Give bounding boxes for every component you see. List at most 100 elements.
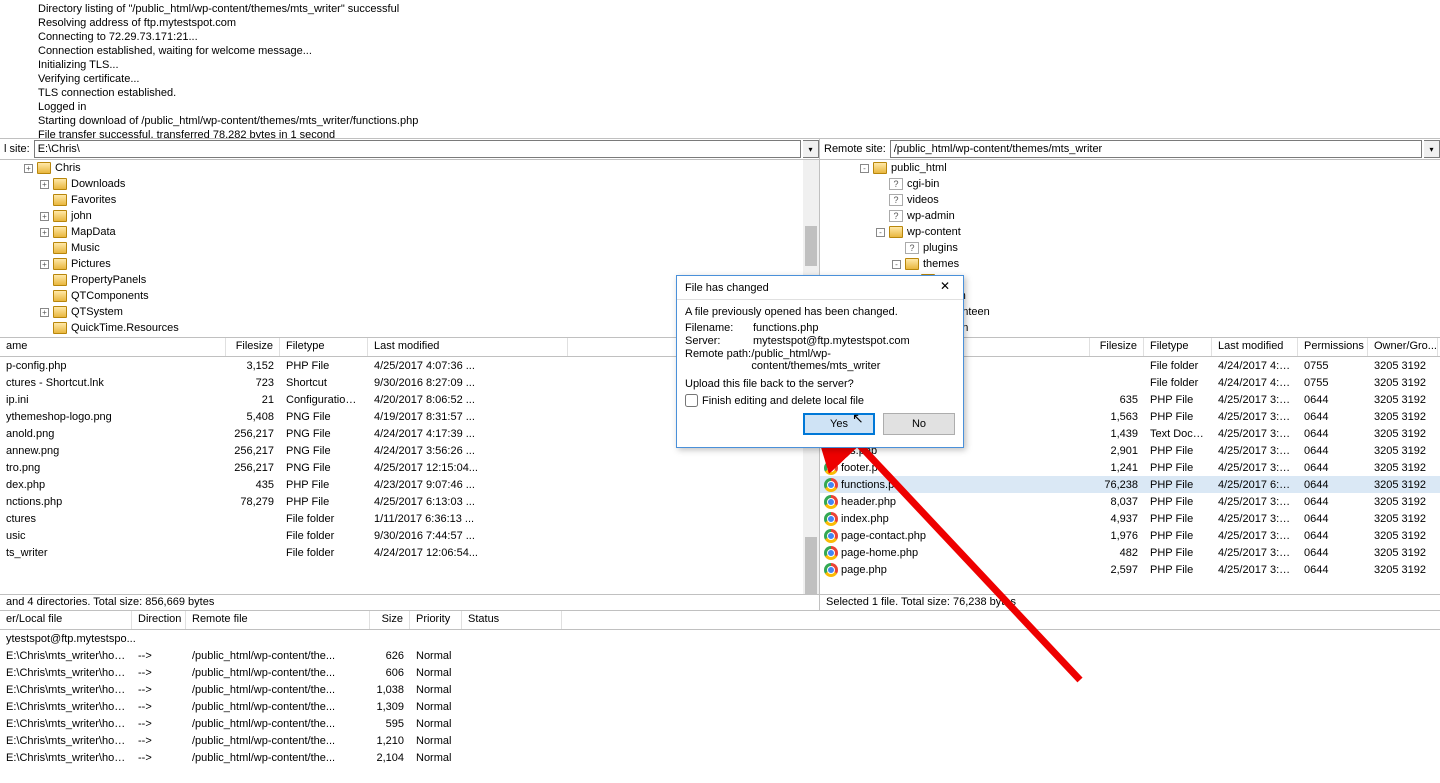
tree-label: plugins: [923, 242, 958, 254]
yes-button[interactable]: Yes: [803, 413, 875, 435]
queue-row[interactable]: E:\Chris\mts_writer\home...-->/public_ht…: [0, 698, 1440, 715]
remote-status: Selected 1 file. Total size: 76,238 byte…: [820, 595, 1022, 610]
chrome-icon: [824, 478, 838, 492]
log-line: Starting download of /public_html/wp-con…: [0, 114, 1440, 128]
tree-item[interactable]: + Pictures: [0, 256, 819, 272]
log-line: File transfer successful, transferred 78…: [0, 128, 1440, 138]
column-header[interactable]: Direction: [132, 611, 186, 629]
expand-icon[interactable]: +: [40, 212, 49, 221]
tree-label: QTComponents: [71, 290, 149, 302]
tree-item[interactable]: - wp-content: [820, 224, 1440, 240]
question-icon: ?: [889, 210, 903, 222]
tree-item[interactable]: -themes: [820, 256, 1440, 272]
tree-label: cgi-bin: [907, 178, 939, 190]
tree-item[interactable]: + Downloads: [0, 176, 819, 192]
cursor-icon: ↖: [852, 410, 864, 427]
file-row[interactable]: ts_writerFile folder4/24/2017 12:06:54..…: [0, 544, 819, 561]
file-row[interactable]: usicFile folder9/30/2016 7:44:57 ...: [0, 527, 819, 544]
expand-icon[interactable]: +: [40, 180, 49, 189]
tree-label: QTSystem: [71, 306, 123, 318]
tree-item[interactable]: ?wp-admin: [820, 208, 1440, 224]
column-header[interactable]: Last modified: [368, 338, 568, 356]
queue-row[interactable]: E:\Chris\mts_writer\home...-->/public_ht…: [0, 681, 1440, 698]
column-header[interactable]: Remote file: [186, 611, 370, 629]
expand-icon[interactable]: +: [40, 260, 49, 269]
tree-item[interactable]: ?cgi-bin: [820, 176, 1440, 192]
column-header[interactable]: Status: [462, 611, 562, 629]
log-line: Initializing TLS...: [0, 58, 1440, 72]
file-row[interactable]: nctions.php78,279PHP File4/25/2017 6:13:…: [0, 493, 819, 510]
tree-item[interactable]: + MapData: [0, 224, 819, 240]
file-row[interactable]: header.php8,037PHP File4/25/2017 3:40:..…: [820, 493, 1440, 510]
folder-icon: [53, 290, 67, 302]
folder-icon: [37, 162, 51, 174]
tree-label: PropertyPanels: [71, 274, 146, 286]
expand-icon[interactable]: +: [24, 164, 33, 173]
tree-label: Chris: [55, 162, 81, 174]
expand-icon[interactable]: -: [876, 228, 885, 237]
queue-row[interactable]: E:\Chris\mts_writer\home...-->/public_ht…: [0, 647, 1440, 664]
tree-label: MapData: [71, 226, 116, 238]
close-icon[interactable]: ✕: [935, 279, 955, 297]
tree-label: wp-content: [907, 226, 961, 238]
column-header[interactable]: Filetype: [1144, 338, 1212, 356]
column-header[interactable]: er/Local file: [0, 611, 132, 629]
column-header[interactable]: Filesize: [1090, 338, 1144, 356]
remote-site-input[interactable]: [890, 140, 1422, 158]
queue-row[interactable]: E:\Chris\mts_writer\home...-->/public_ht…: [0, 732, 1440, 749]
file-row[interactable]: cturesFile folder1/11/2017 6:36:13 ...: [0, 510, 819, 527]
tree-item[interactable]: -public_html: [820, 160, 1440, 176]
file-row[interactable]: page-contact.php1,976PHP File4/25/2017 3…: [820, 527, 1440, 544]
local-site-input[interactable]: [34, 140, 801, 158]
dialog-title: File has changed: [685, 282, 769, 294]
expand-icon[interactable]: +: [40, 228, 49, 237]
column-header[interactable]: Permissions: [1298, 338, 1368, 356]
remote-site-dropdown-icon[interactable]: ▾: [1424, 140, 1440, 158]
finish-editing-checkbox[interactable]: [685, 394, 698, 407]
tree-item[interactable]: ? plugins: [820, 240, 1440, 256]
column-header[interactable]: Last modified: [1212, 338, 1298, 356]
expand-icon[interactable]: -: [892, 260, 901, 269]
log-line: Directory listing of "/public_html/wp-co…: [0, 2, 1440, 16]
folder-icon: [53, 258, 67, 270]
column-header[interactable]: ame: [0, 338, 226, 356]
folder-icon: [889, 226, 903, 238]
file-row[interactable]: functions.p76,238PHP File4/25/2017 6:36:…: [820, 476, 1440, 493]
local-site-dropdown-icon[interactable]: ▾: [803, 140, 819, 158]
filename-label: Filename:: [685, 322, 753, 334]
file-row[interactable]: page-home.php482PHP File4/25/2017 3:40:.…: [820, 544, 1440, 561]
column-header[interactable]: Owner/Gro...: [1368, 338, 1438, 356]
tree-item[interactable]: + Chris: [0, 160, 819, 176]
file-row[interactable]: dex.php435PHP File4/23/2017 9:07:46 ...: [0, 476, 819, 493]
log-line: Connecting to 72.29.73.171:21...: [0, 30, 1440, 44]
file-row[interactable]: footer.p1,241PHP File4/25/2017 3:40:...0…: [820, 459, 1440, 476]
site-bar: l site: ▾ Remote site: ▾: [0, 138, 1440, 160]
no-button[interactable]: No: [883, 413, 955, 435]
folder-icon: [53, 178, 67, 190]
queue-row[interactable]: E:\Chris\mts_writer\home...-->/public_ht…: [0, 664, 1440, 681]
queue-row[interactable]: E:\Chris\mts_writer\home...-->/public_ht…: [0, 715, 1440, 732]
expand-icon[interactable]: -: [860, 164, 869, 173]
queue-row[interactable]: E:\Chris\mts_writer\home...-->/public_ht…: [0, 749, 1440, 766]
dialog-message: A file previously opened has been change…: [685, 306, 955, 318]
file-changed-dialog: File has changed ✕ A file previously ope…: [676, 275, 964, 448]
expand-icon[interactable]: +: [40, 308, 49, 317]
tree-item[interactable]: ?videos: [820, 192, 1440, 208]
column-header[interactable]: Priority: [410, 611, 462, 629]
column-header[interactable]: Filesize: [226, 338, 280, 356]
file-row[interactable]: tro.png256,217PNG File4/25/2017 12:15:04…: [0, 459, 819, 476]
column-header[interactable]: Filetype: [280, 338, 368, 356]
question-icon: ?: [905, 242, 919, 254]
file-row[interactable]: page.php2,597PHP File4/25/2017 3:40:...0…: [820, 561, 1440, 578]
log-line: Resolving address of ftp.mytestspot.com: [0, 16, 1440, 30]
log-line: Connection established, waiting for welc…: [0, 44, 1440, 58]
column-header[interactable]: Size: [370, 611, 410, 629]
tree-label: Pictures: [71, 258, 111, 270]
queue-server-row[interactable]: ytestspot@ftp.mytestspo...: [0, 630, 1440, 647]
tree-item[interactable]: +john: [0, 208, 819, 224]
tree-item[interactable]: Favorites: [0, 192, 819, 208]
tree-item[interactable]: Music: [0, 240, 819, 256]
tree-label: Downloads: [71, 178, 125, 190]
file-row[interactable]: index.php4,937PHP File4/25/2017 3:40:...…: [820, 510, 1440, 527]
transfer-queue[interactable]: er/Local fileDirectionRemote fileSizePri…: [0, 611, 1440, 783]
